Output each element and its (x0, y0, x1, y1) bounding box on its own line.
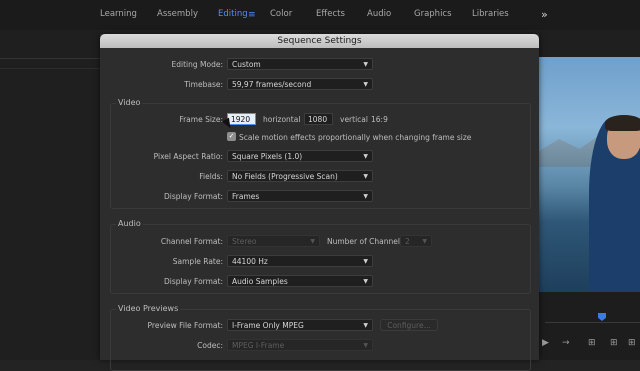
codec-select: MPEG I-Frame ▼ (227, 339, 373, 351)
workspace-tab-effects[interactable]: Effects (316, 9, 345, 19)
timebase-value: 59,97 frames/second (232, 80, 312, 89)
audio-display-format-label: Display Format: (164, 277, 223, 286)
workspace-tab-learning[interactable]: Learning (100, 9, 137, 19)
preview-subject (539, 57, 640, 292)
chevron-down-icon: ▼ (422, 238, 427, 245)
aspect-ratio-readout: 16:9 (371, 115, 388, 124)
fields-select[interactable]: No Fields (Progressive Scan) ▼ (227, 170, 373, 182)
go-to-out-icon[interactable]: → (562, 338, 570, 348)
editing-mode-label: Editing Mode: (171, 60, 223, 69)
num-channels-select: 2 ▼ (400, 235, 432, 247)
chevron-down-icon: ▼ (363, 193, 368, 200)
preview-file-format-value: I-Frame Only MPEG (232, 321, 304, 330)
channel-format-select: Stereo ▼ (227, 235, 320, 247)
video-section-title: Video (116, 98, 143, 107)
configure-button: Configure... (380, 319, 438, 331)
chevron-down-icon: ▼ (363, 61, 368, 68)
video-display-format-value: Frames (232, 192, 260, 201)
chevron-down-icon: ▼ (363, 342, 368, 349)
workspace-bar: Learning Assembly Editing ≡ Color Effect… (0, 0, 640, 30)
sequence-settings-dialog: Sequence Settings Editing Mode: Custom ▼ … (100, 34, 539, 371)
workspace-tab-assembly[interactable]: Assembly (157, 9, 198, 19)
workspace-overflow-icon[interactable]: » (541, 8, 548, 21)
program-monitor-controls (539, 292, 640, 360)
video-display-format-select[interactable]: Frames ▼ (227, 190, 373, 202)
workspace-tab-editing[interactable]: Editing (218, 9, 248, 19)
fields-value: No Fields (Progressive Scan) (232, 172, 338, 181)
audio-display-format-select[interactable]: Audio Samples ▼ (227, 275, 373, 287)
export-frame-icon[interactable]: ⊞ (628, 338, 636, 348)
frame-height-input[interactable]: 1080 (304, 113, 333, 125)
channel-format-label: Channel Format: (160, 237, 223, 246)
frame-size-label: Frame Size: (179, 115, 223, 124)
video-display-format-label: Display Format: (164, 192, 223, 201)
panel-divider (0, 58, 100, 59)
timebase-select[interactable]: 59,97 frames/second ▼ (227, 78, 373, 90)
codec-label: Codec: (197, 341, 223, 350)
pixel-aspect-value: Square Pixels (1.0) (232, 152, 303, 161)
preview-file-format-select[interactable]: I-Frame Only MPEG ▼ (227, 319, 373, 331)
audio-section-title: Audio (116, 219, 143, 228)
fields-label: Fields: (199, 172, 223, 181)
editing-mode-select[interactable]: Custom ▼ (227, 58, 373, 70)
dialog-title: Sequence Settings (100, 34, 539, 48)
chevron-down-icon: ▼ (363, 153, 368, 160)
horizontal-label: horizontal (263, 115, 301, 124)
scale-motion-label: Scale motion effects proportionally when… (239, 133, 472, 142)
lift-icon[interactable]: ⊞ (588, 338, 596, 348)
chevron-down-icon: ▼ (363, 81, 368, 88)
editing-mode-value: Custom (232, 60, 261, 69)
step-back-icon[interactable]: ▶ (542, 338, 549, 348)
timeline-ruler (545, 322, 640, 323)
program-monitor-header (539, 30, 640, 57)
workspace-tab-audio[interactable]: Audio (367, 9, 391, 19)
workspace-tab-libraries[interactable]: Libraries (472, 9, 509, 19)
num-channels-label: Number of Channels: (327, 237, 407, 246)
chevron-down-icon: ▼ (363, 173, 368, 180)
num-channels-value: 2 (405, 237, 410, 246)
scale-motion-checkbox[interactable]: ✓ (227, 132, 236, 141)
pixel-aspect-label: Pixel Aspect Ratio: (153, 152, 223, 161)
extract-icon[interactable]: ⊞ (610, 338, 618, 348)
preview-file-format-label: Preview File Format: (147, 321, 223, 330)
chevron-down-icon: ▼ (310, 238, 315, 245)
sample-rate-label: Sample Rate: (172, 257, 223, 266)
vertical-label: vertical (340, 115, 368, 124)
chevron-down-icon: ▼ (363, 322, 368, 329)
sample-rate-select[interactable]: 44100 Hz ▼ (227, 255, 373, 267)
timebase-label: Timebase: (184, 80, 223, 89)
preview-person-hair (605, 115, 640, 131)
sample-rate-value: 44100 Hz (232, 257, 268, 266)
codec-value: MPEG I-Frame (232, 341, 285, 350)
channel-format-value: Stereo (232, 237, 257, 246)
panel-divider (0, 68, 100, 69)
workspace-menu-icon[interactable]: ≡ (248, 10, 256, 20)
chevron-down-icon: ▼ (363, 278, 368, 285)
video-previews-section-title: Video Previews (116, 304, 181, 313)
workspace-tab-graphics[interactable]: Graphics (414, 9, 452, 19)
workspace-tab-color[interactable]: Color (270, 9, 292, 19)
chevron-down-icon: ▼ (363, 258, 368, 265)
audio-display-format-value: Audio Samples (232, 277, 288, 286)
pixel-aspect-select[interactable]: Square Pixels (1.0) ▼ (227, 150, 373, 162)
left-panel (0, 30, 100, 360)
